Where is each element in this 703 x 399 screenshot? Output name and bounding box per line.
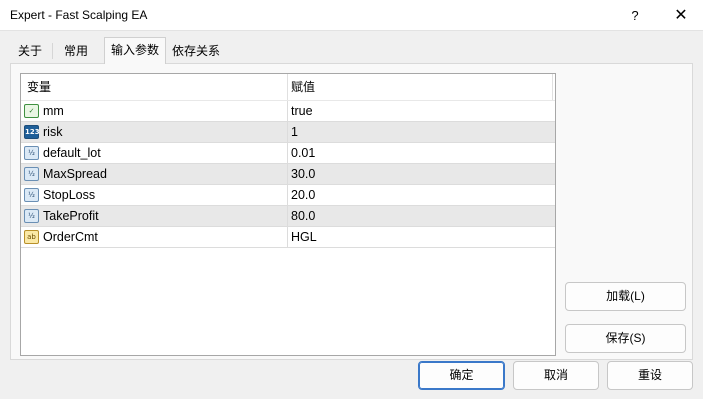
title-bar: Expert - Fast Scalping EA ? ✕ xyxy=(0,0,703,31)
ok-button[interactable]: 确定 xyxy=(418,361,505,390)
column-divider xyxy=(287,122,288,143)
header-divider xyxy=(552,74,553,101)
param-name: default_lot xyxy=(43,146,101,160)
load-button[interactable]: 加载(L) xyxy=(565,282,686,311)
param-name: OrderCmt xyxy=(43,230,98,244)
table-row[interactable]: ✓ mm true xyxy=(21,101,555,122)
cancel-button[interactable]: 取消 xyxy=(513,361,599,390)
table-header: 变量 赋值 xyxy=(21,74,555,101)
tab-separator xyxy=(52,43,53,59)
help-button[interactable]: ? xyxy=(612,0,658,31)
double-icon: ½ xyxy=(24,146,39,160)
double-icon: ½ xyxy=(24,209,39,223)
param-value[interactable]: 1 xyxy=(291,122,298,142)
header-variable[interactable]: 变量 xyxy=(27,74,51,101)
header-value[interactable]: 赋值 xyxy=(291,74,315,101)
table-row[interactable]: ½ MaxSpread 30.0 xyxy=(21,164,555,185)
param-name: TakeProfit xyxy=(43,209,99,223)
string-icon: ab xyxy=(24,230,39,244)
double-icon: ½ xyxy=(24,167,39,181)
column-divider xyxy=(287,101,288,122)
table-row[interactable]: ½ default_lot 0.01 xyxy=(21,143,555,164)
table-row[interactable]: ½ StopLoss 20.0 xyxy=(21,185,555,206)
tab-inputs[interactable]: 输入参数 xyxy=(104,37,166,64)
param-name: StopLoss xyxy=(43,188,96,202)
param-value[interactable]: HGL xyxy=(291,227,317,247)
int-icon: 123 xyxy=(24,125,40,139)
window-title: Expert - Fast Scalping EA xyxy=(10,8,148,22)
tab-bar: 关于 常用 输入参数 依存关系 xyxy=(0,31,703,64)
param-value[interactable]: 80.0 xyxy=(291,206,315,226)
param-name: MaxSpread xyxy=(43,167,107,181)
param-value[interactable]: true xyxy=(291,101,313,121)
tab-about[interactable]: 关于 xyxy=(10,40,50,63)
param-value[interactable]: 20.0 xyxy=(291,185,315,205)
param-value[interactable]: 0.01 xyxy=(291,143,315,163)
save-button[interactable]: 保存(S) xyxy=(565,324,686,353)
reset-button[interactable]: 重设 xyxy=(607,361,693,390)
close-button[interactable]: ✕ xyxy=(658,0,703,31)
tab-common[interactable]: 常用 xyxy=(56,40,96,63)
param-name: risk xyxy=(43,125,63,139)
table-row[interactable]: ½ TakeProfit 80.0 xyxy=(21,206,555,227)
param-value[interactable]: 30.0 xyxy=(291,164,315,184)
bool-icon: ✓ xyxy=(24,104,39,118)
column-divider xyxy=(287,227,288,248)
column-divider xyxy=(287,164,288,185)
column-divider xyxy=(287,143,288,164)
table-row[interactable]: ab OrderCmt HGL xyxy=(21,227,555,248)
column-divider xyxy=(287,206,288,227)
table-row[interactable]: 123 risk 1 xyxy=(21,122,555,143)
tab-dependencies[interactable]: 依存关系 xyxy=(167,40,225,63)
parameters-table[interactable]: 变量 赋值 ✓ mm true 123 risk 1 ½ default_lot… xyxy=(20,73,556,356)
param-name: mm xyxy=(43,104,64,118)
column-divider xyxy=(287,185,288,206)
double-icon: ½ xyxy=(24,188,39,202)
header-divider xyxy=(287,74,288,101)
